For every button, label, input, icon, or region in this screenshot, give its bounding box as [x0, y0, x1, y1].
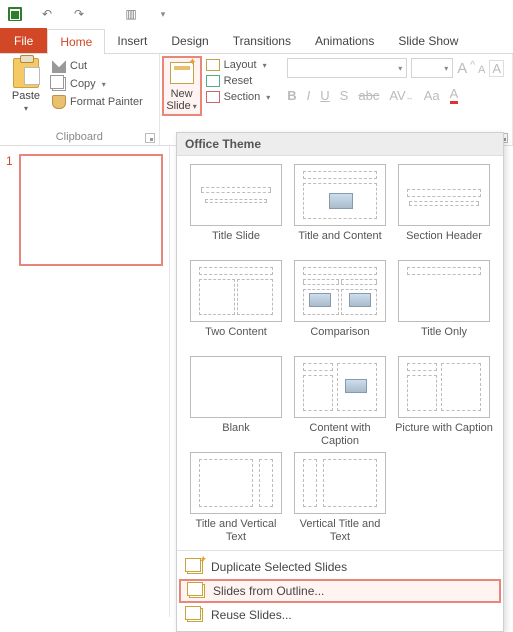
- shadow-button[interactable]: S: [340, 88, 349, 103]
- underline-button[interactable]: U: [320, 88, 329, 103]
- redo-button[interactable]: ↷: [70, 5, 88, 23]
- copy-icon: [52, 77, 66, 91]
- save-button[interactable]: [6, 5, 24, 23]
- italic-button[interactable]: I: [307, 88, 311, 103]
- slide-thumbnail-1[interactable]: 1: [6, 154, 163, 266]
- tab-animations[interactable]: Animations: [303, 28, 386, 53]
- brush-icon: [52, 95, 66, 109]
- layout-vertical-title-text[interactable]: Vertical Title and Text: [291, 452, 389, 544]
- format-painter-button[interactable]: Format Painter: [50, 94, 145, 110]
- clear-format-button[interactable]: A: [489, 60, 504, 77]
- layout-title-only[interactable]: Title Only: [395, 260, 493, 352]
- font-family-select[interactable]: ▾: [287, 58, 407, 78]
- bold-button[interactable]: B: [287, 88, 296, 103]
- paste-button[interactable]: Paste ▾: [6, 56, 46, 113]
- layout-gallery: Title Slide Title and Content Section He…: [177, 156, 503, 548]
- dropdown-menu: Duplicate Selected Slides Slides from Ou…: [177, 553, 503, 631]
- layout-title-vertical-text[interactable]: Title and Vertical Text: [187, 452, 285, 544]
- menu-duplicate-slides[interactable]: Duplicate Selected Slides: [177, 555, 503, 579]
- new-slide-dropdown: Office Theme Title Slide Title and Conte…: [176, 132, 504, 632]
- layout-content-caption[interactable]: Content with Caption: [291, 356, 389, 448]
- new-slide-label: New Slide▾: [166, 88, 196, 112]
- outline-icon: [189, 584, 205, 598]
- paste-label: Paste: [12, 90, 40, 102]
- layout-comparison[interactable]: Comparison: [291, 260, 389, 352]
- slide-thumbnail-pane[interactable]: 1: [0, 146, 170, 617]
- copy-button[interactable]: Copy▾: [50, 76, 145, 92]
- layout-section-header[interactable]: Section Header: [395, 164, 493, 256]
- slide-number: 1: [6, 154, 13, 266]
- grow-shrink-font[interactable]: A^A: [457, 60, 485, 77]
- slide-preview: [19, 154, 163, 266]
- tab-file[interactable]: File: [0, 28, 47, 53]
- tab-slideshow[interactable]: Slide Show: [386, 28, 470, 53]
- duplicate-icon: [187, 560, 203, 574]
- layout-title-content[interactable]: Title and Content: [291, 164, 389, 256]
- change-case-button[interactable]: Aa: [424, 88, 440, 103]
- section-icon: [206, 91, 220, 103]
- reuse-icon: [187, 608, 203, 622]
- save-icon: [8, 7, 22, 21]
- reset-icon: [206, 75, 220, 87]
- reset-button[interactable]: Reset: [204, 74, 273, 88]
- layout-two-content[interactable]: Two Content: [187, 260, 285, 352]
- tab-home[interactable]: Home: [47, 29, 105, 54]
- undo-button[interactable]: ↶: [38, 5, 56, 23]
- layout-icon: [206, 59, 220, 71]
- quick-access-toolbar: ↶ ↷ ▥ ▾: [0, 0, 513, 28]
- new-slide-icon: [170, 62, 194, 84]
- layout-title-slide[interactable]: Title Slide: [187, 164, 285, 256]
- new-slide-button[interactable]: New Slide▾: [162, 56, 202, 116]
- cut-button[interactable]: Cut: [50, 58, 145, 74]
- qat-customize-button[interactable]: ▾: [154, 5, 172, 23]
- dropdown-header: Office Theme: [177, 133, 503, 156]
- tab-transitions[interactable]: Transitions: [221, 28, 303, 53]
- char-spacing-button[interactable]: AV↔: [389, 88, 413, 103]
- start-slideshow-button[interactable]: ▥: [122, 5, 140, 23]
- layout-blank[interactable]: Blank: [187, 356, 285, 448]
- tab-insert[interactable]: Insert: [105, 28, 159, 53]
- menu-slides-from-outline[interactable]: Slides from Outline...: [179, 579, 501, 603]
- tab-design[interactable]: Design: [159, 28, 220, 53]
- group-clipboard: Paste ▾ Cut Copy▾ Format Painter Clipboa…: [0, 54, 160, 145]
- menu-reuse-slides[interactable]: Reuse Slides...: [177, 603, 503, 627]
- group-label-clipboard: Clipboard: [0, 131, 159, 143]
- font-size-select[interactable]: ▾: [411, 58, 453, 78]
- layout-picture-caption[interactable]: Picture with Caption: [395, 356, 493, 448]
- strike-button[interactable]: abc: [358, 88, 379, 103]
- section-button[interactable]: Section▾: [204, 90, 273, 104]
- paste-icon: [13, 58, 39, 88]
- ribbon-tabs: File Home Insert Design Transitions Anim…: [0, 28, 513, 54]
- layout-button[interactable]: Layout▾: [204, 58, 273, 72]
- cut-icon: [52, 59, 66, 73]
- clipboard-dialog-launcher[interactable]: [145, 133, 155, 143]
- font-color-button[interactable]: A: [450, 86, 459, 104]
